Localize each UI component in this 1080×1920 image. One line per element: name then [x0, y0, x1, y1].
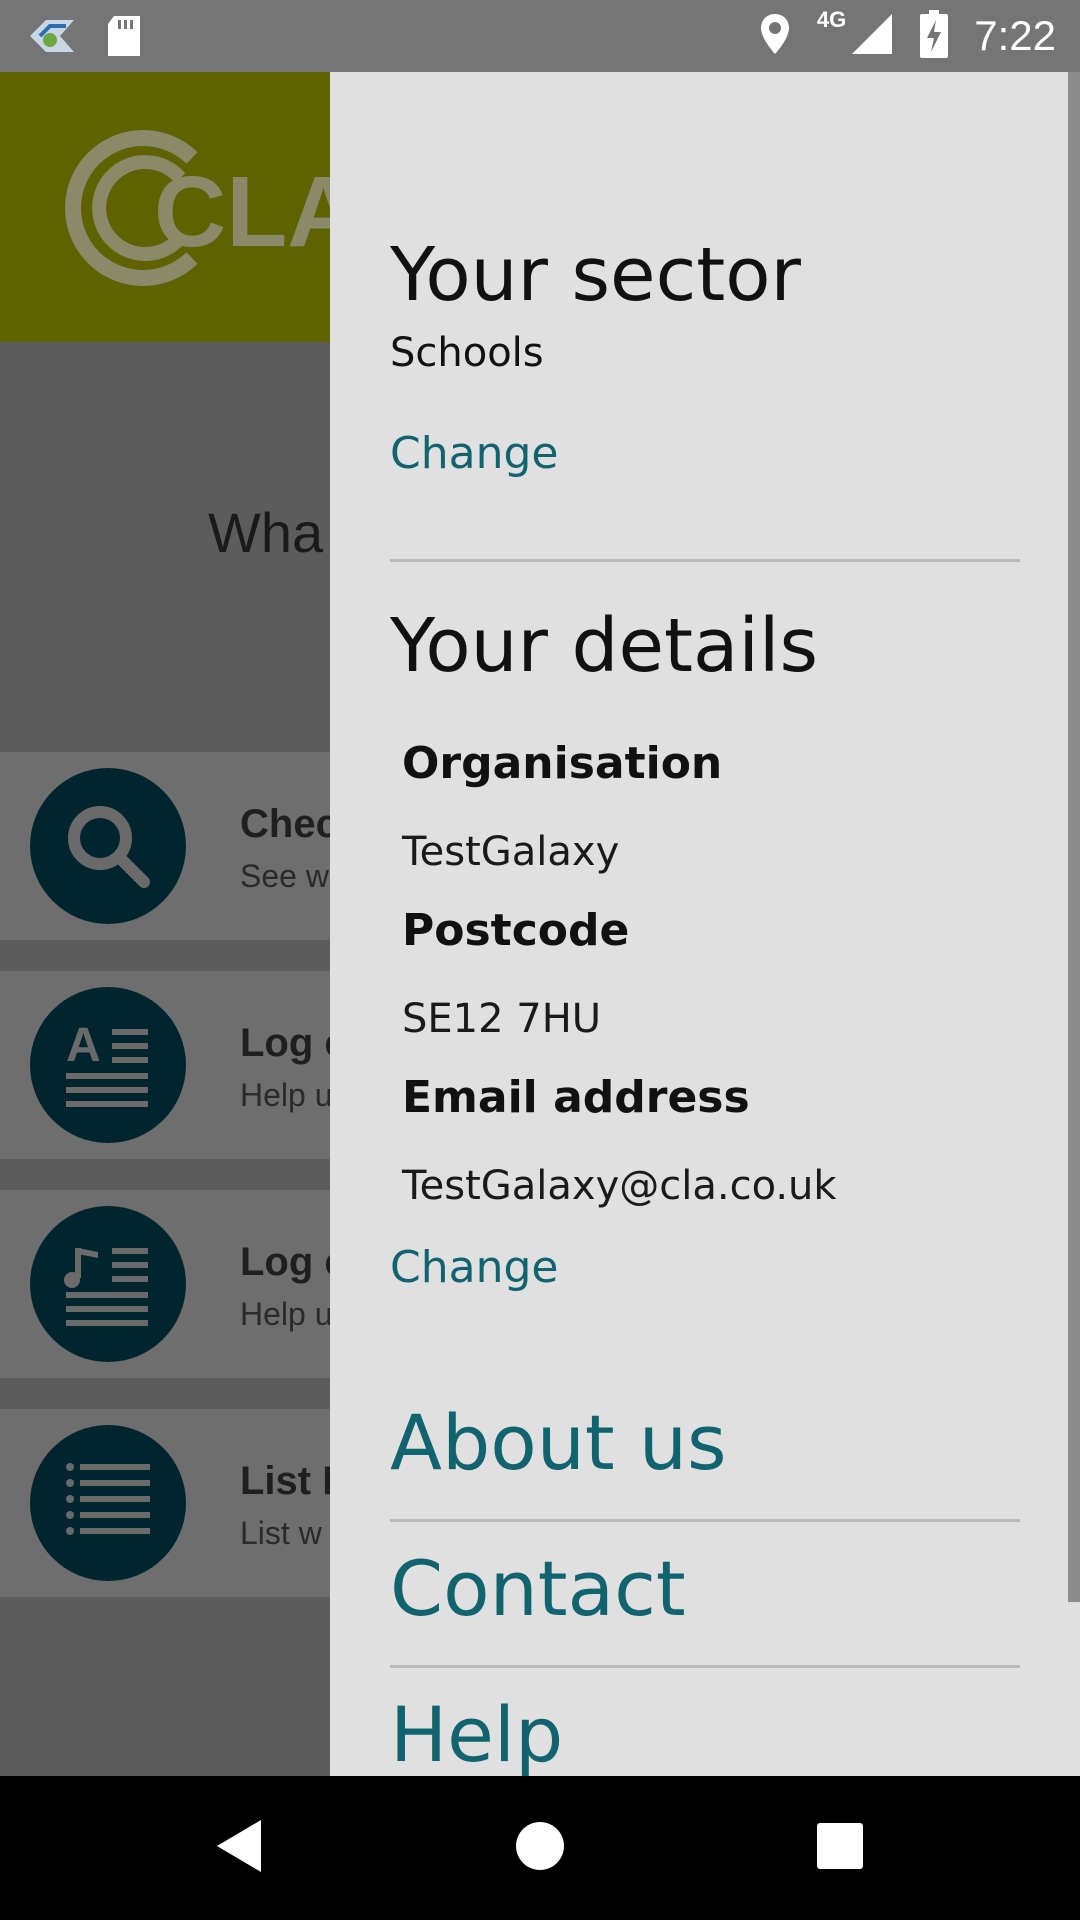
email-label: Email address [402, 1072, 750, 1123]
location-icon [759, 12, 791, 60]
list-icon [30, 1425, 186, 1581]
text-log-icon: A [30, 987, 186, 1143]
details-heading: Your details [390, 603, 819, 689]
search-icon [30, 768, 186, 924]
clock: 7:22 [974, 12, 1056, 59]
email-value: TestGalaxy@cla.co.uk [402, 1163, 837, 1209]
home-icon [515, 1821, 565, 1875]
divider [390, 1665, 1020, 1668]
recents-icon [817, 1823, 863, 1873]
cla-logo: CLA [62, 128, 362, 292]
card-subtitle: Help u [240, 1296, 333, 1332]
network-type: 4G [816, 7, 847, 32]
navigation-bar [0, 1776, 1080, 1920]
about-us-link[interactable]: About us [390, 1398, 727, 1487]
svg-text:A: A [66, 1019, 101, 1072]
back-button[interactable] [160, 1776, 320, 1920]
change-details-link[interactable]: Change [390, 1242, 558, 1293]
question-text: Wha [208, 501, 324, 564]
status-bar: 4G 7:22 [0, 0, 1080, 72]
organisation-label: Organisation [402, 738, 723, 789]
back-icon [215, 1818, 265, 1878]
recents-button[interactable] [760, 1776, 920, 1920]
card-subtitle: See w [240, 858, 329, 894]
battery-charging-icon [920, 10, 949, 62]
divider [390, 1519, 1020, 1522]
sector-value: Schools [390, 330, 544, 376]
divider [390, 559, 1020, 562]
change-sector-link[interactable]: Change [390, 428, 558, 479]
music-log-icon [30, 1206, 186, 1362]
navigation-drawer: Your sector Schools Change Your details … [330, 72, 1080, 1776]
sector-heading: Your sector [390, 232, 801, 318]
drawer-scrollbar[interactable] [1068, 72, 1080, 1602]
card-subtitle: List w [240, 1515, 322, 1551]
sd-card-icon [106, 14, 142, 62]
card-title: Chec [240, 802, 338, 846]
card-subtitle: Help u [240, 1077, 333, 1113]
contact-link[interactable]: Contact [390, 1544, 686, 1633]
home-button[interactable] [460, 1776, 620, 1920]
help-link[interactable]: Help [390, 1690, 563, 1776]
postcode-value: SE12 7HU [402, 996, 602, 1042]
signal-icon [850, 12, 894, 60]
app-notification-icon [26, 14, 78, 62]
postcode-label: Postcode [402, 905, 630, 956]
organisation-value: TestGalaxy [402, 829, 620, 875]
logo-text: CLA [154, 156, 360, 268]
